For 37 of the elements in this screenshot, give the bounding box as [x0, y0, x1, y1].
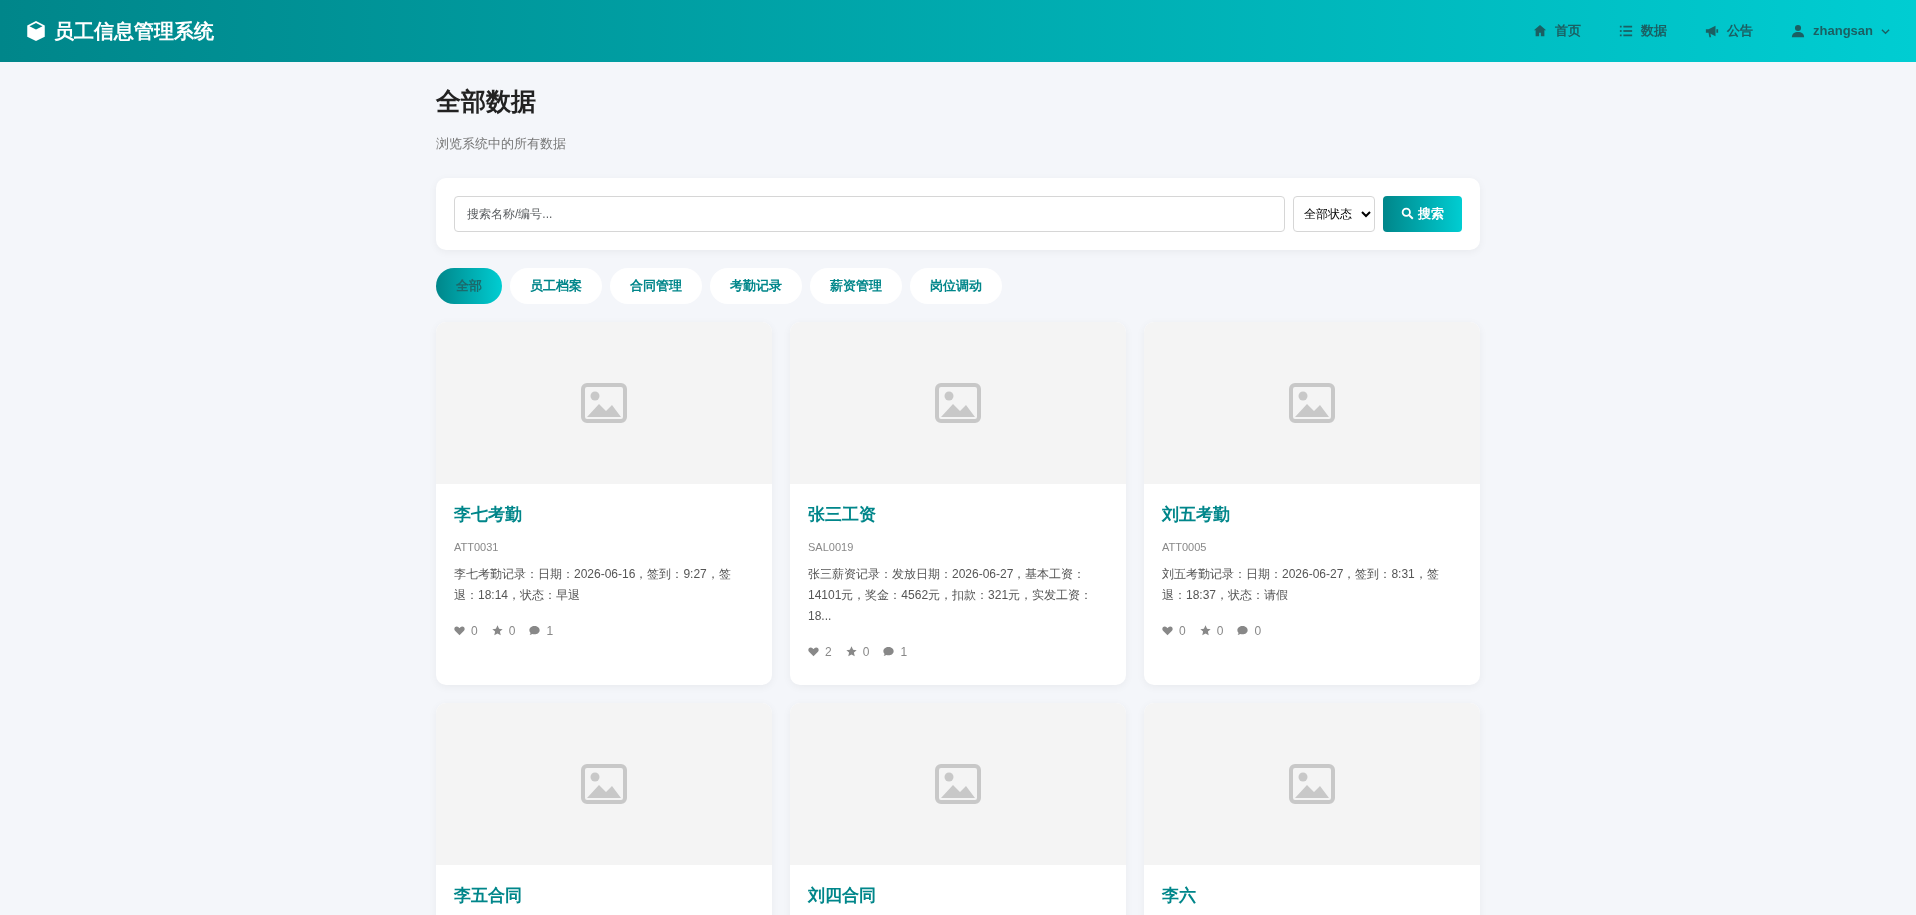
search-field[interactable]: 搜索名称/编号... [454, 195, 1285, 232]
like-count: 0 [471, 622, 478, 640]
card-title[interactable]: 李六 [1162, 882, 1462, 908]
favorite-count: 0 [1216, 622, 1224, 640]
search-button[interactable]: 搜索 [1383, 195, 1462, 232]
filter-tab[interactable]: 全部 [436, 267, 502, 304]
card-title[interactable]: 李五合同 [454, 882, 754, 908]
card-description: 张三薪资记录：发放日期：2026-06-27，基本工资：14101元，奖金：4562元，扣款：321元，实发工资：18... [808, 565, 1094, 625]
card-title[interactable]: 刘五考勤 [1162, 501, 1462, 527]
page-subtitle: 浏览系统中的所有数据 [436, 135, 567, 153]
card-code: ATT0031 [454, 540, 500, 555]
like-count: 0 [1179, 622, 1186, 640]
filter-tab[interactable]: 合同管理 [610, 267, 702, 304]
filter-tab[interactable]: 薪资管理 [810, 267, 902, 304]
card-description: 李七考勤记录：日期：2026-06-16，签到：9:27，签退：18:14，状态：早退 [454, 565, 732, 604]
comment-count: 1 [546, 622, 554, 640]
user-menu[interactable]: zhangsan [1791, 21, 1890, 41]
filter-tab[interactable]: 员工档案 [510, 267, 602, 304]
filter-tab[interactable]: 考勤记录 [710, 267, 802, 304]
card-title[interactable]: 张三工资 [808, 501, 1108, 527]
filter-tab[interactable]: 岗位调动 [910, 267, 1002, 304]
nav-link[interactable]: 首页 [1533, 21, 1582, 41]
favorite-count: 0 [508, 622, 516, 640]
comment-count: 0 [1254, 622, 1262, 640]
card-description: 刘五考勤记录：日期：2026-06-27，签到：8:31，签退：18:37，状态：请假 [1162, 565, 1440, 604]
like-count: 2 [825, 643, 832, 661]
card-code: ATT0005 [1162, 540, 1208, 555]
card-title[interactable]: 刘四合同 [808, 882, 1108, 908]
card-code: SAL0019 [808, 540, 855, 555]
card-title[interactable]: 李七考勤 [454, 501, 754, 527]
brand-title: 员工信息管理系统 [54, 19, 214, 44]
status-select[interactable]: 全部状态 [1293, 195, 1375, 232]
page-title: 全部数据 [436, 86, 537, 116]
nav-link[interactable]: 数据 [1619, 21, 1668, 41]
favorite-count: 0 [862, 643, 870, 661]
comment-count: 1 [900, 643, 908, 661]
nav-link[interactable]: 公告 [1705, 21, 1754, 41]
